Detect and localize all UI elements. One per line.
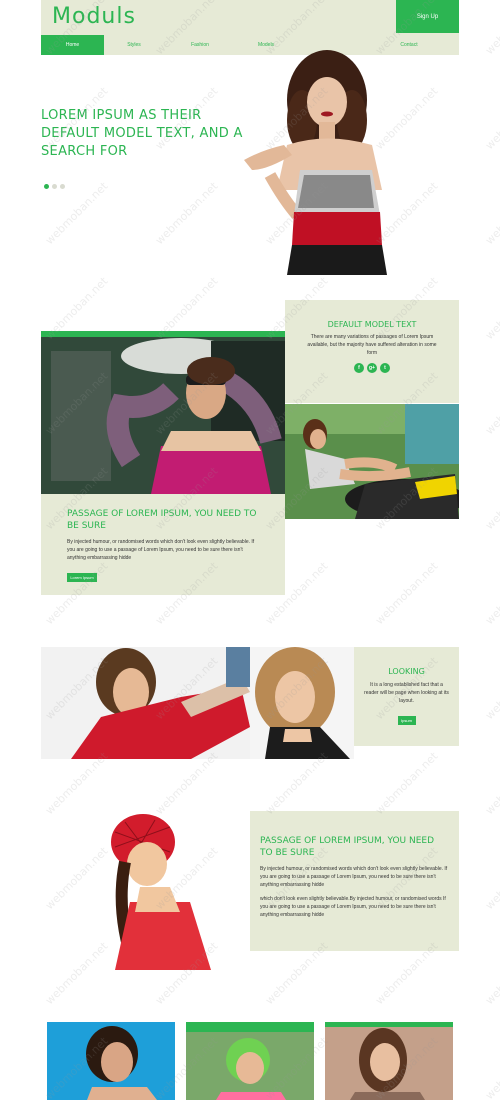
hero-model-image [222,40,410,275]
watermark-text: webmoban.net [263,749,331,817]
watermark-text: webmoban.net [483,84,500,152]
watermark-text: webmoban.net [0,559,1,627]
facebook-icon[interactable]: f [354,363,364,373]
watermark-text: webmoban.net [0,0,1,57]
watermark-text: webmoban.net [373,749,441,817]
watermark-text: webmoban.net [0,1034,1,1100]
watermark-text: webmoban.net [0,84,1,152]
watermark-text: webmoban.net [483,749,500,817]
looking-title: Looking [388,667,425,676]
watermark-text: webmoban.net [0,179,1,247]
looking-panel: Looking It is a long established fact th… [354,647,459,746]
watermark-text: webmoban.net [0,274,1,342]
watermark-text: webmoban.net [0,654,1,722]
google-plus-icon[interactable]: g+ [367,363,377,373]
red-sweater-model-image [41,647,250,759]
gallery-image-1[interactable] [47,1022,175,1100]
passage-panel-text-2: which don't look even slightly believabl… [260,896,446,918]
watermark-text: webmoban.net [483,179,500,247]
blonde-model-image [250,647,354,759]
default-model-text: There are many variations of passages of… [307,334,437,356]
signup-button[interactable]: Sign Up [396,0,459,33]
watermark-text: webmoban.net [0,844,1,912]
gallery-image-2[interactable] [186,1022,314,1100]
watermark-text: webmoban.net [373,559,441,627]
watermark-text: webmoban.net [0,749,1,817]
passage-panel-text-1: By injected humour, or randomised words … [260,866,448,888]
watermark-text: webmoban.net [483,654,500,722]
watermark-text: webmoban.net [43,179,111,247]
slider-dot[interactable] [44,184,49,189]
watermark-text: webmoban.net [0,464,1,532]
nav-item-home[interactable]: Home [41,35,104,55]
slider-dot[interactable] [60,184,65,189]
watermark-text: webmoban.net [483,844,500,912]
watermark-text: webmoban.net [483,274,500,342]
lorem-ipsum-button[interactable]: Lorem Ipsum [67,573,97,582]
passage-card: Passage of Lorem Ipsum, you need to be s… [41,494,285,595]
sunglasses-model-image [41,331,285,494]
watermark-text: webmoban.net [483,464,500,532]
twitter-icon[interactable]: t [380,363,390,373]
watermark-text: webmoban.net [153,179,221,247]
nav-item-styles[interactable]: Styles [114,35,154,55]
red-hat-model-image [85,812,211,970]
watermark-text: webmoban.net [483,559,500,627]
default-model-panel: Default model text There are many variat… [285,300,459,403]
social-links: f g+ t [285,363,459,373]
watermark-text: webmoban.net [153,749,221,817]
default-model-title: Default model text [327,320,417,329]
passage-panel: Passage of Lorem Ipsum, you need to be s… [250,811,459,951]
passage-card-title: Passage of Lorem Ipsum, you need to be s… [67,509,257,531]
watermark-text: webmoban.net [0,939,1,1007]
watermark-text: webmoban.net [483,369,500,437]
watermark-text: webmoban.net [43,749,111,817]
gallery-image-3[interactable] [325,1022,453,1100]
motorbike-model-image [285,404,459,519]
watermark-text: webmoban.net [0,369,1,437]
slider-dot[interactable] [52,184,57,189]
looking-button[interactable]: Ipsum [397,716,416,725]
passage-panel-title: Passage of Lorem Ipsum, you need to be s… [260,836,435,858]
slider-dots [44,184,65,189]
watermark-text: webmoban.net [483,1034,500,1100]
watermark-text: webmoban.net [483,939,500,1007]
site-logo[interactable]: Moduls [52,4,136,29]
nav-item-fashion[interactable]: Fashion [179,35,221,55]
looking-text: It is a long established fact that a rea… [364,682,449,704]
passage-card-text: By injected humour, or randomised words … [67,539,255,561]
watermark-text: webmoban.net [483,0,500,57]
